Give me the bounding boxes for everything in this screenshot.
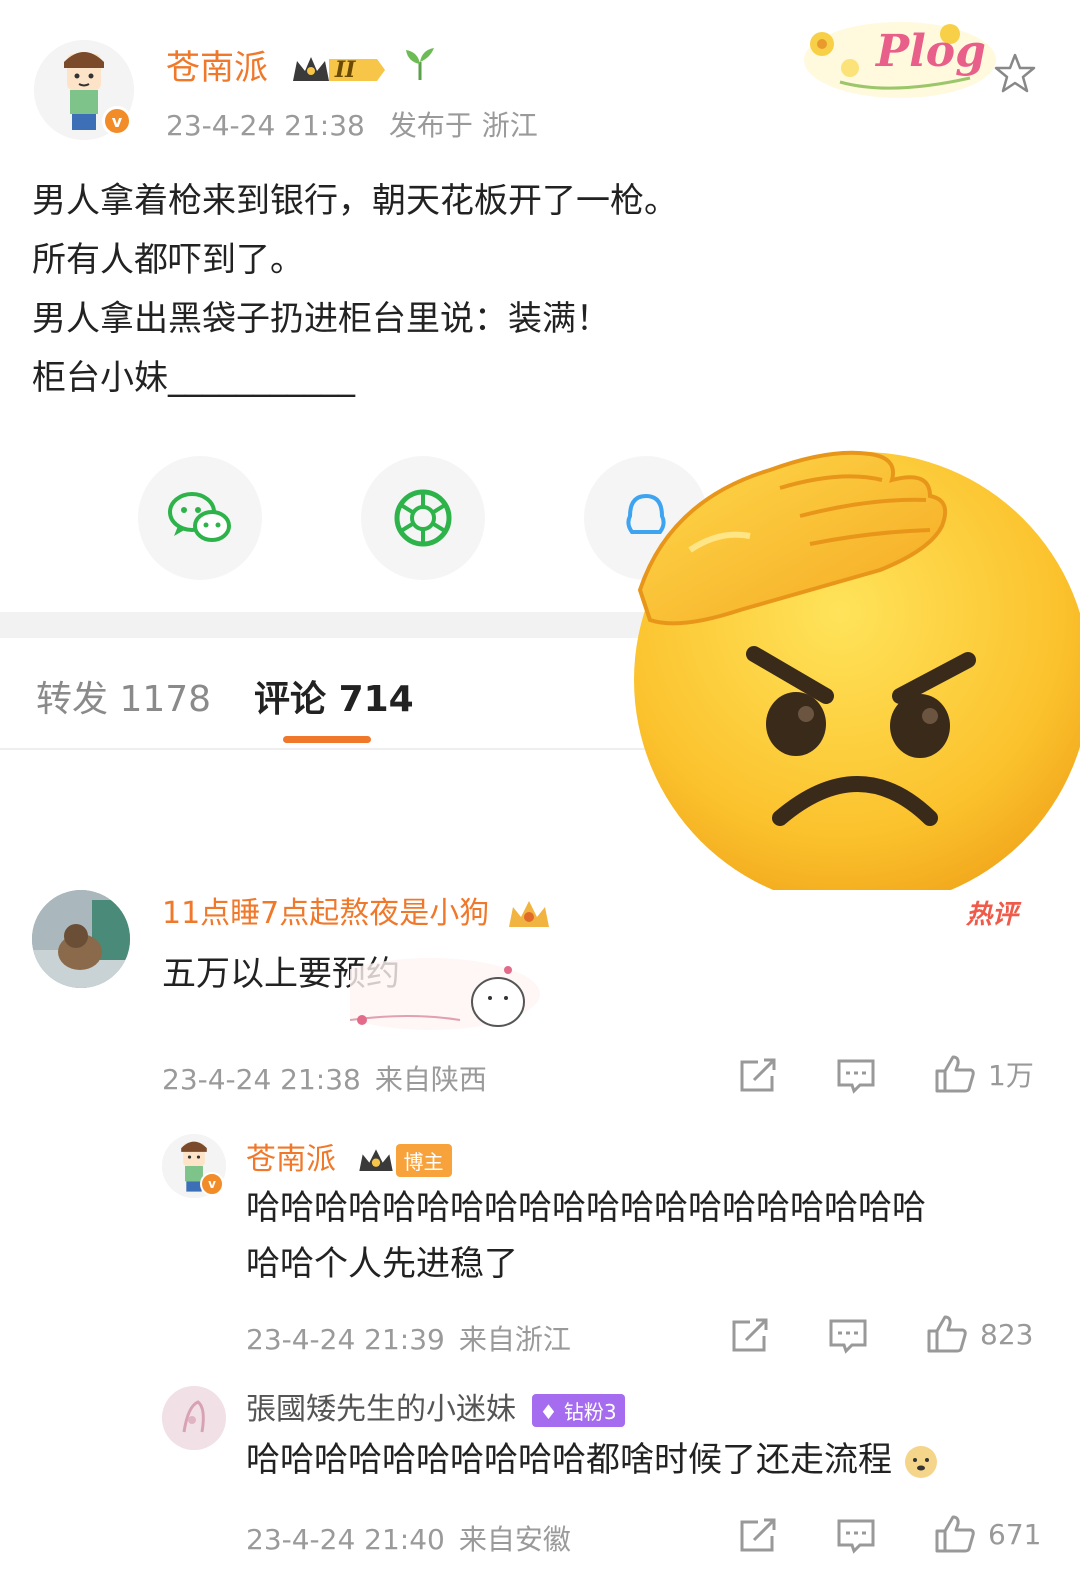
- reply-author[interactable]: 張國矮先生的小迷妹 ♦ 钻粉3: [246, 1384, 625, 1428]
- like-button[interactable]: 823: [926, 1314, 1033, 1354]
- reply-meta: 23-4-24 21:40 来自安徽: [246, 1518, 571, 1558]
- tab-forward-count: 1178: [119, 679, 212, 720]
- hot-comment-badge: 热评: [966, 900, 1019, 930]
- sprout-icon: [406, 48, 434, 80]
- reply-text: 哈哈哈哈哈哈哈哈哈哈哈哈哈哈哈哈哈哈哈哈 哈哈个人先进稳了: [246, 1180, 1046, 1292]
- level-text: II: [334, 56, 356, 83]
- comment-meta: 23-4-24 21:38 来自陕西: [162, 1058, 487, 1098]
- share-wechat-button[interactable]: [138, 456, 262, 580]
- like-button[interactable]: 1万: [934, 1054, 1034, 1094]
- reply-author-name: 苍南派: [246, 1142, 336, 1177]
- blogger-badge: 博主: [395, 1144, 452, 1177]
- post-line: 男人拿着枪来到银行，朝天花板开了一枪。: [32, 181, 678, 221]
- reply-text: 哈哈哈哈哈哈哈哈哈哈都啥时候了还走流程: [246, 1432, 939, 1488]
- reply-time: 23-4-24 21:39: [246, 1323, 445, 1356]
- share-moments-button[interactable]: [361, 456, 485, 580]
- like-icon: [935, 1515, 975, 1553]
- post-meta: 23-4-24 21:38 发布于 浙江: [166, 104, 538, 144]
- post-content: 男人拿着枪来到银行，朝天花板开了一枪。 所有人都吓到了。 男人拿出黑袋子扔进柜台…: [32, 172, 1052, 408]
- reply-author-avatar[interactable]: [162, 1386, 226, 1450]
- comment-location: 来自陕西: [374, 1063, 487, 1096]
- like-button[interactable]: 671: [934, 1514, 1041, 1554]
- tab-comments-label: 评论: [254, 679, 327, 720]
- post-time: 23-4-24 21:38: [166, 109, 365, 142]
- salute-angry-emoji: [634, 450, 1080, 890]
- share-icon[interactable]: [738, 1518, 778, 1554]
- verified-badge-icon: v: [102, 106, 132, 136]
- post-line: 所有人都吓到了。: [32, 240, 304, 280]
- comment-author[interactable]: 11点睡7点起熬夜是小狗: [162, 888, 553, 933]
- cat-photo-icon: [32, 890, 130, 988]
- active-tab-indicator: [283, 736, 371, 743]
- tab-comments-count: 714: [338, 679, 414, 720]
- comment-icon[interactable]: [836, 1518, 876, 1554]
- doge-emoji-icon: [904, 1445, 937, 1478]
- plog-text: Plog: [876, 26, 986, 77]
- post-line: 柜台小妹___________: [32, 358, 355, 398]
- reply-location: 来自安徽: [458, 1523, 571, 1556]
- star-icon[interactable]: [994, 52, 1036, 94]
- reply-meta: 23-4-24 21:39 来自浙江: [246, 1318, 571, 1358]
- author-name-text: 苍南派: [166, 48, 268, 88]
- commenter-avatar[interactable]: [32, 890, 130, 988]
- crown-icon: [508, 900, 549, 927]
- post-location: 发布于 浙江: [388, 109, 538, 142]
- post-line: 男人拿出黑袋子扔进柜台里说：装满！: [32, 299, 610, 339]
- share-icon[interactable]: [730, 1318, 770, 1354]
- reply-line: 哈哈哈哈哈哈哈哈哈哈哈哈哈哈哈哈哈哈哈哈: [246, 1188, 926, 1228]
- comment-time: 23-4-24 21:38: [162, 1063, 361, 1096]
- tab-comments[interactable]: 评论 714: [254, 670, 414, 722]
- plog-sticker: Plog: [800, 12, 1000, 102]
- like-icon: [927, 1315, 967, 1353]
- reply-author[interactable]: 苍南派 博主: [246, 1134, 452, 1178]
- reply-author-name: 張國矮先生的小迷妹: [246, 1392, 516, 1427]
- comment-author-name: 11点睡7点起熬夜是小狗: [162, 896, 490, 931]
- like-icon: [935, 1055, 975, 1093]
- tab-forward-label: 转发: [36, 679, 109, 720]
- like-count: 671: [988, 1517, 1042, 1551]
- verified-badge-icon: v: [200, 1172, 224, 1196]
- like-count: 1万: [988, 1059, 1034, 1092]
- author-name[interactable]: 苍南派 II: [166, 40, 434, 89]
- pink-flower-avatar-icon: [162, 1386, 226, 1450]
- comment-icon[interactable]: [836, 1058, 876, 1094]
- comment-icon[interactable]: [828, 1318, 868, 1354]
- crown-icon: [358, 1148, 393, 1171]
- fan-badge-text: 钻粉3: [563, 1400, 617, 1424]
- cat-sticker-icon: [350, 958, 540, 1030]
- share-icon[interactable]: [738, 1058, 778, 1094]
- like-count: 823: [980, 1317, 1034, 1351]
- wechat-icon: [168, 492, 231, 542]
- level-crown-badge[interactable]: II: [289, 51, 410, 89]
- reply-line: 哈哈哈哈哈哈哈哈哈哈都啥时候了还走流程: [246, 1440, 892, 1480]
- moments-icon: [394, 489, 452, 547]
- reply-location: 来自浙江: [458, 1323, 571, 1356]
- diamond-fan-badge: ♦ 钻粉3: [531, 1394, 625, 1427]
- reply-time: 23-4-24 21:40: [246, 1523, 445, 1556]
- reply-line: 哈哈个人先进稳了: [246, 1244, 518, 1284]
- tab-forward[interactable]: 转发 1178: [36, 670, 211, 722]
